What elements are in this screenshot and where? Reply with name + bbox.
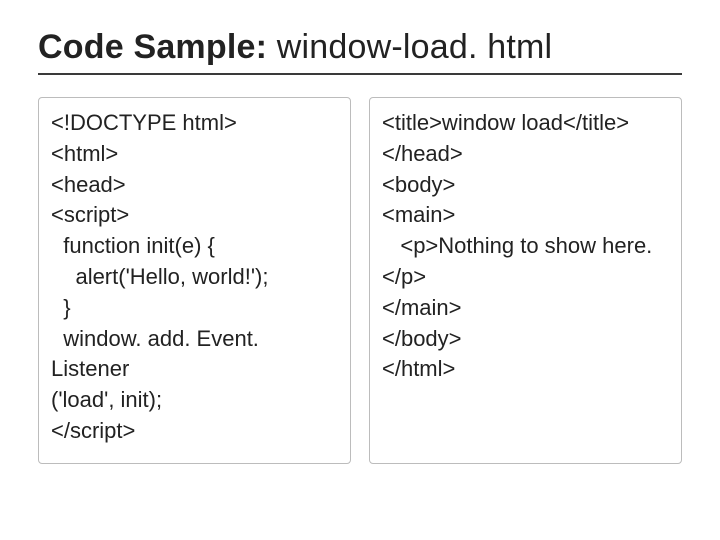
- slide-title: Code Sample: window-load. html: [38, 28, 682, 75]
- title-bold: Code Sample:: [38, 28, 267, 66]
- code-columns: <!DOCTYPE html> <html> <head> <script> f…: [38, 97, 682, 464]
- code-box-right: <title>window load</title> </head> <body…: [369, 97, 682, 464]
- code-box-left: <!DOCTYPE html> <html> <head> <script> f…: [38, 97, 351, 464]
- slide: Code Sample: window-load. html <!DOCTYPE…: [0, 0, 720, 540]
- title-rest: window-load. html: [267, 28, 552, 66]
